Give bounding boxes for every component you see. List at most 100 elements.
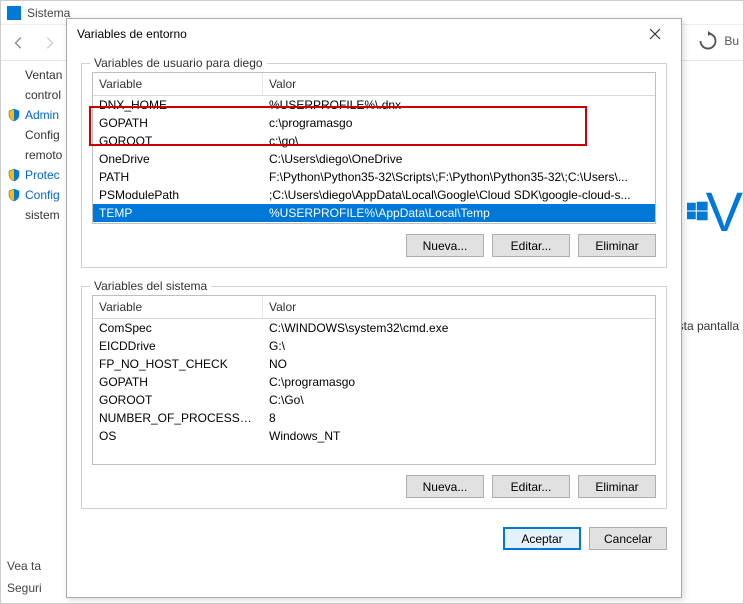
cell-value: %USERPROFILE%\AppData\Local\Temp	[263, 205, 655, 221]
col-valor[interactable]: Valor	[263, 296, 655, 318]
cell-variable: GOPATH	[93, 374, 263, 390]
cell-variable: DNX_HOME	[93, 97, 263, 113]
sys-vars-list[interactable]: Variable Valor ComSpecC:\WINDOWS\system3…	[92, 295, 656, 465]
cell-variable: PSModulePath	[93, 187, 263, 203]
close-button[interactable]	[639, 22, 671, 46]
sidebar-item-label: Admin	[25, 108, 59, 122]
sys-vars-label: Variables del sistema	[90, 279, 211, 293]
close-icon	[649, 28, 661, 40]
table-row[interactable]: EICDDriveG:\	[93, 337, 655, 355]
sidebar-item-sublabel: control	[25, 88, 61, 102]
cell-value: C:\WINDOWS\system32\cmd.exe	[263, 320, 655, 336]
col-valor[interactable]: Valor	[263, 73, 655, 95]
table-row[interactable]: OneDriveC:\Users\diego\OneDrive	[93, 150, 655, 168]
cell-value: C:\Go\	[263, 392, 655, 408]
sidebar-item-label: Protec	[25, 168, 60, 182]
back-icon[interactable]	[9, 33, 29, 53]
sidebar-item[interactable]: Ventan	[7, 65, 67, 85]
cell-value: ;C:\Users\diego\AppData\Local\Google\Clo…	[263, 187, 655, 203]
cell-value: c:\programasgo	[263, 115, 655, 131]
user-vars-list[interactable]: Variable Valor DNX_HOME%USERPROFILE%\.dn…	[92, 72, 656, 224]
table-row[interactable]: DNX_HOME%USERPROFILE%\.dnx	[93, 96, 655, 114]
user-delete-button[interactable]: Eliminar	[578, 234, 656, 257]
cell-value: 8	[263, 410, 655, 426]
vea-text: Vea ta	[7, 559, 41, 573]
cell-variable: NUMBER_OF_PROCESSORS	[93, 410, 263, 426]
windows-letter: V	[706, 179, 743, 244]
shield-icon	[7, 188, 21, 202]
sidebar-item-label: Config	[25, 188, 60, 202]
table-row[interactable]: TEMP%USERPROFILE%\AppData\Local\Temp	[93, 204, 655, 222]
sys-vars-group: Variables del sistema Variable Valor Com…	[81, 286, 667, 509]
shield-icon	[7, 108, 21, 122]
refresh-icon[interactable]	[698, 31, 718, 51]
cell-variable: GOROOT	[93, 133, 263, 149]
sys-new-button[interactable]: Nueva...	[406, 475, 484, 498]
bu-text: Bu	[724, 34, 739, 48]
cell-variable: OneDrive	[93, 151, 263, 167]
shield-icon	[7, 168, 21, 182]
table-row[interactable]: PSModulePath;C:\Users\diego\AppData\Loca…	[93, 186, 655, 204]
user-new-button[interactable]: Nueva...	[406, 234, 484, 257]
dialog-title: Variables de entorno	[77, 27, 187, 41]
cell-value: C:\Users\diego\OneDrive	[263, 151, 655, 167]
cell-value: NO	[263, 356, 655, 372]
sys-vars-rows: ComSpecC:\WINDOWS\system32\cmd.exeEICDDr…	[93, 319, 655, 445]
cell-value: C:\programasgo	[263, 374, 655, 390]
sidebar-item[interactable]: Protec	[7, 165, 67, 185]
forward-icon[interactable]	[39, 33, 59, 53]
sys-delete-button[interactable]: Eliminar	[578, 475, 656, 498]
sys-btn-row: Nueva... Editar... Eliminar	[92, 475, 656, 498]
cancel-button[interactable]: Cancelar	[589, 527, 667, 550]
sidebar-item-label: Ventan	[25, 68, 62, 82]
table-row[interactable]: GOPATHC:\programasgo	[93, 373, 655, 391]
table-row[interactable]: PATHF:\Python\Python35-32\Scripts\;F:\Py…	[93, 168, 655, 186]
user-vars-group: Variables de usuario para diego Variable…	[81, 63, 667, 268]
list-header: Variable Valor	[93, 73, 655, 96]
seguri-text: Seguri	[7, 581, 42, 595]
sidebar-item-sublabel: sistem	[25, 208, 60, 222]
table-row[interactable]: FP_NO_HOST_CHECKNO	[93, 355, 655, 373]
sys-edit-button[interactable]: Editar...	[492, 475, 570, 498]
sidebar-item[interactable]: Config	[7, 125, 67, 145]
col-variable[interactable]: Variable	[93, 296, 263, 318]
windows-logo-icon	[687, 194, 708, 228]
cell-value: c:\go\	[263, 133, 655, 149]
dialog-titlebar: Variables de entorno	[67, 19, 681, 49]
col-variable[interactable]: Variable	[93, 73, 263, 95]
ok-button[interactable]: Aceptar	[503, 527, 581, 550]
cell-variable: TEMP	[93, 205, 263, 221]
cell-variable: EICDDrive	[93, 338, 263, 354]
cell-value: G:\	[263, 338, 655, 354]
bg-title: Sistema	[27, 6, 70, 20]
table-row[interactable]: NUMBER_OF_PROCESSORS8	[93, 409, 655, 427]
list-header: Variable Valor	[93, 296, 655, 319]
user-edit-button[interactable]: Editar...	[492, 234, 570, 257]
windows-branding: V	[687, 151, 743, 271]
user-vars-label: Variables de usuario para diego	[90, 56, 267, 70]
table-row[interactable]: ComSpecC:\WINDOWS\system32\cmd.exe	[93, 319, 655, 337]
system-icon	[7, 6, 21, 20]
table-row[interactable]: GOROOTc:\go\	[93, 132, 655, 150]
table-row[interactable]: OSWindows_NT	[93, 427, 655, 445]
table-row[interactable]: GOPATHc:\programasgo	[93, 114, 655, 132]
cell-value: Windows_NT	[263, 428, 655, 444]
cell-variable: ComSpec	[93, 320, 263, 336]
sidebar-item-sub: remoto	[7, 145, 67, 165]
cell-variable: GOROOT	[93, 392, 263, 408]
sidebar-item[interactable]: Admin	[7, 105, 67, 125]
sidebar-item-sub: sistem	[7, 205, 67, 225]
sidebar-item[interactable]: Config	[7, 185, 67, 205]
cell-variable: FP_NO_HOST_CHECK	[93, 356, 263, 372]
table-row[interactable]: GOROOTC:\Go\	[93, 391, 655, 409]
cell-variable: OS	[93, 428, 263, 444]
sidebar-item-sublabel: remoto	[25, 148, 62, 162]
sidebar-item-sub: control	[7, 85, 67, 105]
cell-value: F:\Python\Python35-32\Scripts\;F:\Python…	[263, 169, 655, 185]
bg-right-toolbar: Bu	[698, 31, 739, 51]
user-vars-rows: DNX_HOME%USERPROFILE%\.dnxGOPATHc:\progr…	[93, 96, 655, 222]
sta-text: sta pantalla	[678, 319, 739, 333]
sidebar-item-label: Config	[25, 128, 60, 142]
cell-variable: PATH	[93, 169, 263, 185]
cell-value: %USERPROFILE%\.dnx	[263, 97, 655, 113]
